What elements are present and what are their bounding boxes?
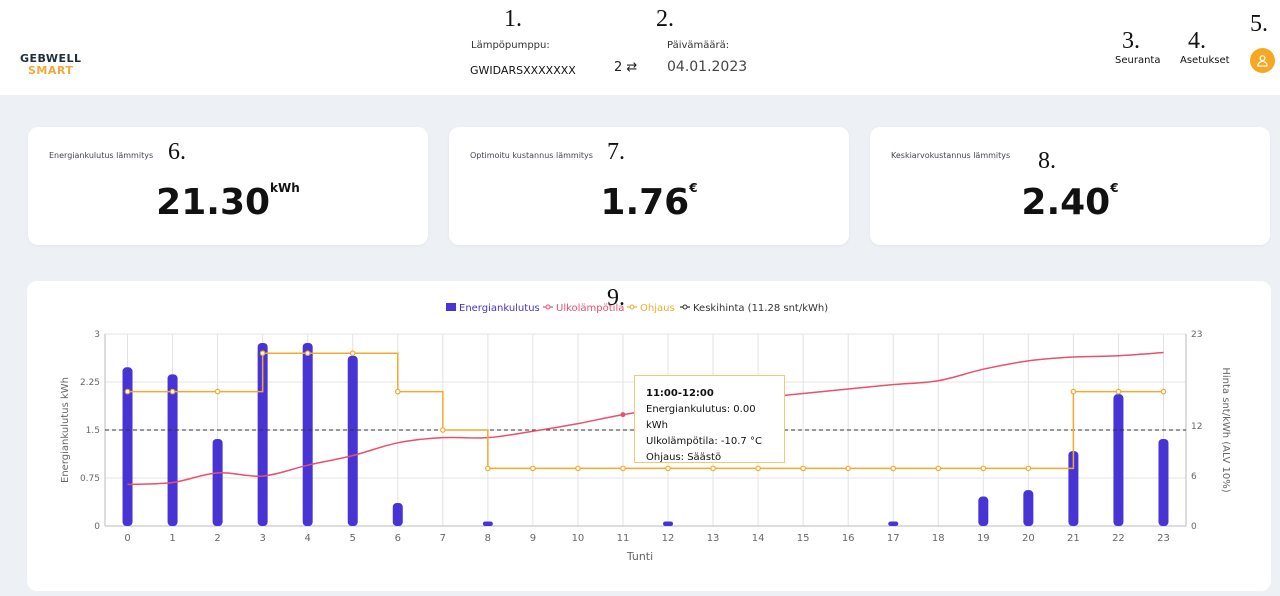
annotation-6: 6. [168,139,186,165]
temperature-point [620,412,626,418]
energy-bar [392,502,403,526]
energy-bar [978,496,989,526]
x-tick-label: 4 [305,533,311,544]
energy-bar [347,355,358,526]
annotation-1: 1. [504,6,522,32]
legend-swatch-point [629,304,635,310]
x-tick-label: 9 [530,533,536,544]
legend-swatch-point [682,304,688,310]
tooltip-energy: Energiankulutus: 0.00 kWh [646,404,756,431]
x-tick-label: 15 [797,533,810,544]
control-point [349,350,356,357]
control-point [440,427,446,433]
y-left-axis-title: Energiankulutus kWh [60,377,71,483]
x-axis-title: Tunti [626,550,653,563]
annotation-4: 4. [1188,28,1206,54]
control-point [124,388,131,395]
y-left-tick-label: 2.25 [80,378,100,388]
y-right-tick-label: 12 [1191,422,1202,432]
control-point [1070,388,1077,395]
control-point [485,465,491,472]
energy-bar [663,521,674,526]
energy-bar [1113,394,1124,526]
energy-bar [167,374,178,526]
control-point [710,465,716,472]
control-point [169,388,176,395]
annotation-3: 3. [1122,28,1140,54]
x-tick-label: 5 [350,533,356,544]
annotation-8: 8. [1038,148,1056,174]
x-tick-label: 21 [1067,533,1080,544]
x-tick-label: 16 [842,533,855,544]
x-tick-label: 3 [259,533,265,544]
tooltip-title: 11:00-12:00 [646,388,714,399]
x-tick-label: 19 [977,533,990,544]
y-right-tick-label: 6 [1191,472,1197,482]
x-tick-label: 14 [752,533,765,544]
legend-swatch-energy [446,303,456,311]
x-tick-label: 13 [707,533,720,544]
control-point [845,465,851,472]
y-left-tick-label: 1.5 [86,426,100,436]
y-left-tick-label: 3 [94,330,100,340]
control-point [935,465,942,472]
legend-swatch-point [545,304,551,310]
energy-bar [212,438,223,526]
x-tick-label: 18 [932,533,945,544]
control-point [530,465,536,472]
annotation-9: 9. [607,285,625,311]
y-right-axis-title: Hinta snt/kWh (ALV 10%) [1220,367,1231,492]
x-tick-label: 20 [1022,533,1035,544]
control-point [755,465,761,472]
x-tick-label: 12 [662,533,675,544]
control-point [980,465,987,472]
control-point [1160,388,1167,395]
control-point [1025,465,1032,472]
control-point [620,465,626,472]
x-tick-label: 0 [124,533,130,544]
energy-bar [482,521,493,526]
x-tick-label: 22 [1112,533,1125,544]
x-tick-label: 2 [214,533,220,544]
x-tick-label: 7 [440,533,446,544]
legend-label: Ohjaus [640,303,675,314]
x-tick-label: 10 [572,533,585,544]
hourly-energy-chart[interactable]: 00.751.52.2530612230 1 2 3 4 5 6 7 8 9 10 11 12 13 14 1… [0,0,1280,596]
control-point [800,465,806,472]
annotation-5: 5. [1250,11,1268,37]
energy-bar [302,342,313,526]
control-point [1115,388,1122,395]
control-point [214,388,221,395]
x-tick-label: 6 [395,533,401,544]
annotation-2: 2. [656,6,674,32]
x-tick-label: 1 [169,533,175,544]
energy-bar [888,521,899,526]
control-point [890,465,897,472]
control-point [575,465,581,472]
control-point [394,388,401,395]
y-left-tick-label: 0 [94,522,100,532]
y-left-tick-label: 0.75 [80,474,100,484]
energy-bar [1023,490,1034,526]
legend-label: Keskihinta (11.28 snt/kWh) [693,303,828,314]
tooltip-temp: Ulkolämpötila: -10.7 °C [646,436,762,447]
annotation-7: 7. [607,139,625,165]
control-point [665,465,671,472]
control-point [304,350,311,357]
control-point [259,350,266,357]
x-tick-label: 11 [617,533,630,544]
energy-bar [1158,438,1169,526]
x-tick-label: 23 [1157,533,1170,544]
x-tick-label: 8 [485,533,491,544]
y-right-tick-label: 23 [1191,330,1202,340]
x-tick-label: 17 [887,533,900,544]
y-right-tick-label: 0 [1191,522,1197,532]
chart-tooltip: 11:00-12:00 Energiankulutus: 0.00 kWh Ul… [634,375,785,463]
legend-label: Energiankulutus [459,303,540,314]
tooltip-mode: Ohjaus: Säästö [646,452,722,463]
